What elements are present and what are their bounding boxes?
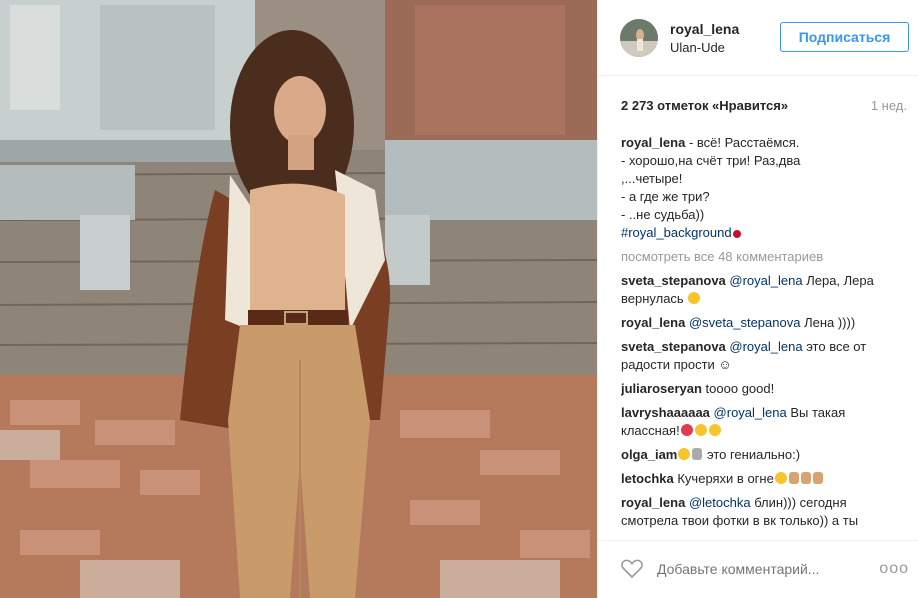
comment: juliaroseryan toooo good! xyxy=(621,380,906,398)
comment-username[interactable]: royal_lena xyxy=(621,315,685,330)
add-comment-input[interactable] xyxy=(655,560,849,578)
comment-mention[interactable]: @letochka xyxy=(689,495,751,510)
heart-icon[interactable] xyxy=(620,556,644,580)
comment: royal_lena @letochka блин))) сегодня смо… xyxy=(621,494,906,530)
pin-emoji-icon xyxy=(732,230,741,238)
comment: sveta_stepanova @royal_lena Лера, Лера в… xyxy=(621,272,906,308)
caption-line: - ..не судьба)) xyxy=(621,207,705,222)
post-sidebar: royal_lena Ulan-Ude Подписаться 2 273 от… xyxy=(597,0,918,598)
caption-line: - хорошо,на счёт три! Раз,два xyxy=(621,153,801,168)
comment-text: Кучеряхи в огне xyxy=(673,471,774,486)
caption-line: - всё! Расстаёмся. xyxy=(685,135,800,150)
comment: royal_lena @sveta_stepanova Лена )))) xyxy=(621,314,906,332)
heart-eyes-emoji-icon xyxy=(708,424,721,436)
comment-username[interactable]: royal_lena xyxy=(621,495,685,510)
comment-username[interactable]: sveta_stepanova xyxy=(621,339,726,354)
comment: letochka Кучеряхи в огне xyxy=(621,470,906,488)
post-photo[interactable] xyxy=(0,0,597,598)
post-header: royal_lena Ulan-Ude Подписаться xyxy=(598,0,918,76)
caption-line: - а где же три? xyxy=(621,189,710,204)
follow-button[interactable]: Подписаться xyxy=(780,22,909,52)
comment-mention[interactable]: @royal_lena xyxy=(714,405,787,420)
comment-username[interactable]: lavryshaaaaaa xyxy=(621,405,710,420)
smile-emoji-icon xyxy=(774,472,787,484)
grin-emoji-icon xyxy=(678,448,691,460)
more-options-icon[interactable]: ooo xyxy=(879,560,909,578)
smile-emoji-icon xyxy=(688,292,701,304)
clap-emoji-icon xyxy=(812,472,823,484)
clap-emoji-icon xyxy=(800,472,811,484)
caption-line: ,...четыре! xyxy=(621,171,683,186)
comment: lavryshaaaaaa @royal_lena Вы такая класс… xyxy=(621,404,906,440)
comments-list: royal_lena - всё! Расстаёмся. - хорошо,н… xyxy=(621,134,906,530)
comment-mention[interactable]: @royal_lena xyxy=(729,339,802,354)
caption-hashtag[interactable]: #royal_background xyxy=(621,225,732,240)
comment-text: toooo good! xyxy=(701,381,775,396)
comment-username[interactable]: olga_iam xyxy=(621,447,677,462)
post-username[interactable]: royal_lena xyxy=(670,21,739,37)
caption: royal_lena - всё! Расстаёмся. - хорошо,н… xyxy=(621,134,906,242)
heart-eyes-emoji-icon xyxy=(694,424,707,436)
clap-emoji-icon xyxy=(788,472,799,484)
post-image xyxy=(0,0,597,598)
comment-text: это гениально:) xyxy=(703,447,801,462)
avatar[interactable] xyxy=(620,19,658,57)
comment-mention[interactable]: @royal_lena xyxy=(729,273,802,288)
comment-footer: ooo xyxy=(598,540,918,598)
comment-mention[interactable]: @sveta_stepanova xyxy=(689,315,801,330)
comment: olga_iam это гениально:) xyxy=(621,446,906,464)
tulip-emoji-icon xyxy=(680,424,693,436)
comment-username[interactable]: juliaroseryan xyxy=(621,381,702,396)
comment: sveta_stepanova @royal_lena это все от р… xyxy=(621,338,906,374)
view-all-comments-link[interactable]: посмотреть все 48 комментариев xyxy=(621,248,906,266)
caption-username[interactable]: royal_lena xyxy=(621,135,685,150)
avatar-image xyxy=(620,19,658,57)
clap-emoji-icon xyxy=(692,448,703,460)
comment-username[interactable]: sveta_stepanova xyxy=(621,273,726,288)
comment-username[interactable]: letochka xyxy=(621,471,674,486)
post-location[interactable]: Ulan-Ude xyxy=(670,40,725,55)
comment-text: Лена )))) xyxy=(800,315,856,330)
post-time: 1 нед. xyxy=(870,98,907,113)
likes-count[interactable]: 2 273 отметок «Нравится» xyxy=(621,98,788,113)
